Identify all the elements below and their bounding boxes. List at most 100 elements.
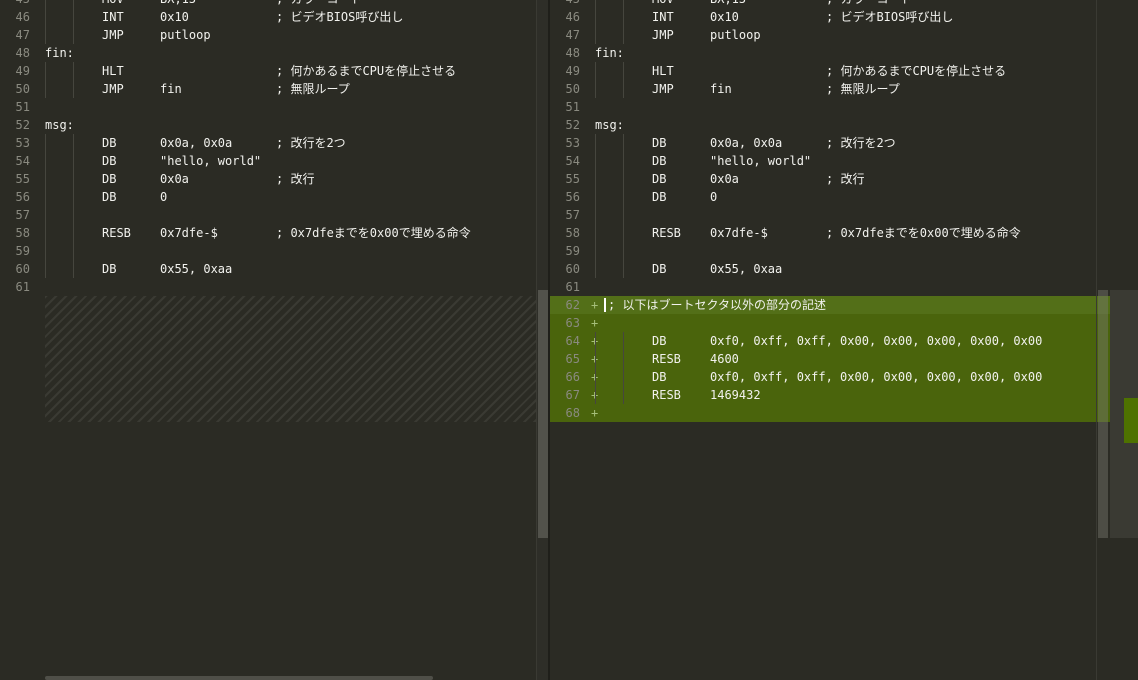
indent-guide <box>623 134 624 152</box>
removed-placeholder-hatch <box>45 296 536 422</box>
indent-guide <box>73 8 74 26</box>
code-line[interactable]: 57 <box>550 206 1138 224</box>
code-line[interactable]: 53 DB 0x0a, 0x0a ; 改行を2つ <box>550 134 1138 152</box>
indent-guide <box>623 26 624 44</box>
indent-guide <box>623 368 624 386</box>
code-operand: 0x10 <box>710 10 739 24</box>
code-line[interactable]: 54 DB "hello, world" <box>0 152 548 170</box>
line-number: 54 <box>565 154 580 168</box>
code-operand: putloop <box>160 28 211 42</box>
code-mnemonic: RESB <box>652 226 681 240</box>
code-line[interactable]: 49 HLT ; 何かあるまでCPUを停止させる <box>0 62 548 80</box>
line-number: 45 <box>550 0 580 8</box>
code-line[interactable]: 56 DB 0 <box>550 188 1138 206</box>
indent-guide <box>73 62 74 80</box>
line-number: 60 <box>565 262 580 276</box>
code-line[interactable]: 46 INT 0x10 ; ビデオBIOS呼び出し <box>550 8 1138 26</box>
line-number: 50 <box>565 82 580 96</box>
code-label: ; 以下はブートセクタ以外の部分の記述 <box>608 298 826 312</box>
code-line[interactable]: 56 DB 0 <box>0 188 548 206</box>
code-line[interactable]: 63 + <box>550 314 1138 332</box>
code-line[interactable]: 52 msg: <box>0 116 548 134</box>
line-number: 48 <box>565 46 580 60</box>
indent-guide <box>45 242 46 260</box>
line-number: 54 <box>15 154 30 168</box>
code-operand: 1469432 <box>710 388 761 402</box>
indent-guide <box>45 170 46 188</box>
code-line[interactable]: 50 JMP fin ; 無限ループ <box>0 80 548 98</box>
code-line[interactable]: 60 DB 0x55, 0xaa <box>550 260 1138 278</box>
code-line[interactable]: 47 JMP putloop <box>550 26 1138 44</box>
indent-guide <box>45 152 46 170</box>
line-number: 56 <box>565 190 580 204</box>
code-line[interactable]: 50 JMP fin ; 無限ループ <box>550 80 1138 98</box>
code-line[interactable]: 59 <box>550 242 1138 260</box>
code-line[interactable]: 55 DB 0x0a ; 改行 <box>550 170 1138 188</box>
code-line[interactable]: 64+DB0xf0, 0xff, 0xff, 0x00, 0x00, 0x00,… <box>550 332 1138 350</box>
code-line[interactable]: 54 DB "hello, world" <box>550 152 1138 170</box>
indent-guide <box>73 188 74 206</box>
code-comment: ; ビデオBIOS呼び出し <box>276 10 404 24</box>
code-line[interactable]: 48 fin: <box>0 44 548 62</box>
code-line[interactable]: 49 HLT ; 何かあるまでCPUを停止させる <box>550 62 1138 80</box>
code-mnemonic: RESB <box>652 352 681 366</box>
code-operand: fin <box>160 82 182 96</box>
code-line[interactable]: 61 <box>0 278 548 296</box>
code-label: msg: <box>595 118 624 132</box>
code-line[interactable]: 67+RESB1469432 <box>550 386 1138 404</box>
code-line[interactable]: 65+RESB4600 <box>550 350 1138 368</box>
code-line[interactable]: 45 MOV BX,15 ; カラーコード <box>0 0 548 8</box>
code-line[interactable]: 68 + <box>550 404 1138 422</box>
indent-guide <box>73 260 74 278</box>
line-number: 52 <box>565 118 580 132</box>
code-line[interactable]: 58 RESB 0x7dfe-$ ; 0x7dfeまでを0x00で埋める命令 <box>0 224 548 242</box>
line-number: 57 <box>565 208 580 222</box>
indent-guide <box>595 368 596 386</box>
indent-guide <box>623 260 624 278</box>
line-number: 59 <box>15 244 30 258</box>
code-comment: ; 改行 <box>826 172 865 186</box>
code-operand: 0x7dfe-$ <box>710 226 768 240</box>
line-number: 47 <box>15 28 30 42</box>
line-number: 50 <box>15 82 30 96</box>
right-diff-pane[interactable]: 45 MOV BX,15 ; カラーコード 46 INT 0x10 ; ビデオBIOS呼び出し… <box>550 0 1138 680</box>
code-label: fin: <box>45 46 74 60</box>
code-line[interactable]: 59 <box>0 242 548 260</box>
code-operand: 0x7dfe-$ <box>160 226 218 240</box>
indent-guide <box>595 224 596 242</box>
code-mnemonic: MOV <box>652 0 674 8</box>
line-number: 51 <box>565 100 580 114</box>
line-number: 58 <box>15 226 30 240</box>
indent-guide <box>45 188 46 206</box>
code-line[interactable]: 53 DB 0x0a, 0x0a ; 改行を2つ <box>0 134 548 152</box>
left-diff-pane[interactable]: 45 MOV BX,15 ; カラーコード 46 INT 0x10 ; ビデオBIOS呼び出し… <box>0 0 548 680</box>
code-operand: "hello, world" <box>160 154 262 168</box>
code-line[interactable]: 52 msg: <box>550 116 1138 134</box>
line-number: 67 <box>565 388 580 402</box>
code-operand: 0x55, 0xaa <box>710 262 783 276</box>
code-line[interactable]: 51 <box>0 98 548 116</box>
code-line[interactable]: 48 fin: <box>550 44 1138 62</box>
code-line[interactable]: 46 INT 0x10 ; ビデオBIOS呼び出し <box>0 8 548 26</box>
code-line[interactable]: 55 DB 0x0a ; 改行 <box>0 170 548 188</box>
code-mnemonic: DB <box>652 136 667 150</box>
code-line[interactable]: 62 + ; 以下はブートセクタ以外の部分の記述 <box>550 296 1138 314</box>
code-line[interactable]: 60 DB 0x55, 0xaa <box>0 260 548 278</box>
code-line[interactable]: 47 JMP putloop <box>0 26 548 44</box>
code-operand: "hello, world" <box>710 154 812 168</box>
line-number: 61 <box>15 280 30 294</box>
indent-guide <box>73 152 74 170</box>
code-line[interactable]: 61 <box>550 278 1138 296</box>
indent-guide <box>595 332 596 350</box>
code-line[interactable]: 51 <box>550 98 1138 116</box>
code-line[interactable]: 58 RESB 0x7dfe-$ ; 0x7dfeまでを0x00で埋める命令 <box>550 224 1138 242</box>
indent-guide <box>595 0 596 8</box>
code-mnemonic: DB <box>102 190 117 204</box>
code-line[interactable]: 66+DB0xf0, 0xff, 0xff, 0x00, 0x00, 0x00,… <box>550 368 1138 386</box>
code-comment: ; 何かあるまでCPUを停止させる <box>276 64 457 78</box>
indent-guide <box>73 134 74 152</box>
code-line[interactable]: 45 MOV BX,15 ; カラーコード <box>550 0 1138 8</box>
indent-guide <box>45 80 46 98</box>
code-line[interactable]: 57 <box>0 206 548 224</box>
left-horizontal-scrollbar[interactable] <box>45 676 433 680</box>
